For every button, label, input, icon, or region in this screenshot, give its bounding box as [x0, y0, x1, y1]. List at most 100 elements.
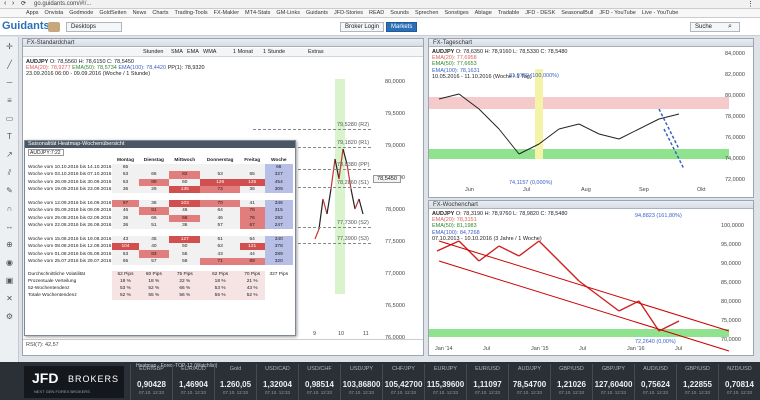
ticker-item[interactable]: GBP/USD 1,22855 07.10. 12:33	[676, 364, 718, 400]
bookmark-item[interactable]: FX-Makler	[214, 10, 239, 16]
table-cell: 51	[138, 221, 170, 229]
markets-label: Markets	[391, 24, 413, 30]
bookmark-item[interactable]: Onvista	[45, 10, 64, 16]
channel-icon[interactable]: ⫽	[4, 167, 15, 178]
table-row: Woche vom 12.09.2016 bis 16.09.2016 97 36 1…	[27, 200, 293, 208]
pencil-icon[interactable]: ✎	[4, 185, 15, 196]
ticker-item[interactable]: EUR/GBP 0,90428 07.10. 12:33	[130, 364, 172, 400]
ticker-name: Gold	[229, 366, 242, 372]
jfd-logo[interactable]: JFD BROKERS NEXT GEN FOREX BROKERS	[24, 366, 124, 398]
rectangle-icon[interactable]: ▭	[4, 113, 15, 124]
eye-icon[interactable]: ◉	[4, 257, 15, 268]
bookmark-item[interactable]: Tradable	[498, 10, 520, 16]
bookmark-item[interactable]: Godmode	[69, 10, 93, 16]
lock-icon[interactable]: ▣	[4, 275, 15, 286]
x-tick: 9	[313, 331, 317, 337]
bookmark-item[interactable]: Sonstiges	[444, 10, 468, 16]
bookmark-item[interactable]: Guidants	[306, 10, 328, 16]
trash-icon[interactable]: ✕	[4, 293, 15, 304]
trendline-icon[interactable]: ╱	[4, 59, 15, 70]
table-cell: 63	[112, 250, 139, 258]
search-icon[interactable]: ⌕	[728, 23, 732, 31]
crosshair-icon[interactable]: ✛	[4, 41, 15, 52]
horizontal-line-icon[interactable]: ─	[4, 77, 15, 88]
bookmark-item[interactable]: Sounds	[390, 10, 409, 16]
ticker-item[interactable]: AUD/USD 0,75624 07.10. 12:33	[634, 364, 676, 400]
bookmark-item[interactable]: Charts	[152, 10, 168, 16]
menu-icon[interactable]: ⋮	[747, 0, 754, 8]
table-cell: 82	[169, 171, 201, 179]
table-row: Woche vom 22.08.2016 bis 26.08.2016 36 51 3…	[27, 221, 293, 229]
table-cell: 46	[112, 207, 139, 215]
markets-button[interactable]: Markets	[386, 22, 418, 32]
symbol-select[interactable]: AUDJPY:7:22	[28, 149, 64, 156]
pivot-line	[253, 129, 371, 130]
stats-cell: 327 Pips	[264, 270, 293, 278]
search-input[interactable]: Suche	[690, 22, 740, 32]
reload-icon[interactable]: ⟳	[21, 0, 26, 7]
zoom-icon[interactable]: ⊕	[4, 239, 15, 250]
bookmark-item[interactable]: SeasonalBull	[561, 10, 593, 16]
ticker-item[interactable]: GBP/JPY 127,60400 07.10. 12:33	[592, 364, 634, 400]
table-cell: 36	[169, 221, 201, 229]
avatar[interactable]	[48, 22, 60, 32]
bookmark-item[interactable]: READ	[369, 10, 384, 16]
forward-icon[interactable]: ›	[12, 0, 14, 7]
settings-icon[interactable]: ⚙	[4, 311, 15, 322]
broker-login-button[interactable]: Broker Login	[340, 22, 385, 32]
bookmark-item[interactable]: Live - YouTube	[642, 10, 679, 16]
chart2-canvas	[438, 93, 685, 170]
bookmark-item[interactable]: JFD-Stories	[334, 10, 363, 16]
ticker-item[interactable]: GBP/USD 1,21026 07.10. 12:33	[550, 364, 592, 400]
table-row: Woche vom 25.07.2016 bis 29.07.2016 65 57 5…	[27, 257, 293, 265]
text-icon[interactable]: T	[4, 131, 15, 142]
fibonacci-icon[interactable]: ≡	[4, 95, 15, 106]
row-label	[27, 193, 112, 200]
ticker-item[interactable]: USD/CHF 0,98514 07.10. 12:33	[298, 364, 340, 400]
ticker-item[interactable]: EUR/JPY 115,39600 07.10. 12:33	[424, 364, 466, 400]
ticker-item[interactable]: Gold 1.260,05 07.10. 12:33	[214, 364, 256, 400]
row-label: Woche vom 15.08.2016 bis 19.08.2016	[28, 237, 112, 243]
table-cell: 66	[138, 171, 170, 179]
bookmark-item[interactable]: Apps	[26, 10, 39, 16]
bookmark-item[interactable]: JFD - DESK	[525, 10, 555, 16]
ticker-item[interactable]: AUD/JPY 78,54700 07.10. 12:33	[508, 364, 550, 400]
table-cell: 126	[200, 178, 240, 186]
guidants-logo[interactable]: Guidants	[2, 20, 50, 32]
url-text[interactable]: go.guidants.com/#!/...	[34, 1, 91, 7]
table-header: Mittwoch	[174, 158, 196, 164]
price-segment	[350, 188, 356, 210]
table-cell: 55	[169, 250, 201, 258]
browser-url-bar[interactable]: ‹ › ⟳ go.guidants.com/#!/... ⋮	[0, 0, 760, 9]
bookmark-item[interactable]: Trading-Tools	[175, 10, 208, 16]
ticker-item[interactable]: NZD/USD 0,70814 07.10. 12:33	[718, 364, 760, 400]
measure-icon[interactable]: ↔	[4, 221, 15, 232]
back-icon[interactable]: ‹	[4, 0, 6, 7]
table-cell	[139, 193, 170, 200]
ticker-name: GBP/USD	[559, 366, 584, 372]
magnet-icon[interactable]: ∩	[4, 203, 15, 214]
bookmark-item[interactable]: Ablage	[475, 10, 492, 16]
stats-row: 52-Wochentendenz 53 % 52 % 66 % 53 % 43 %	[27, 285, 293, 293]
bookmark-item[interactable]: Sprechen	[415, 10, 439, 16]
desktops-button[interactable]: Desktops	[66, 22, 122, 32]
ticker-item[interactable]: EUR/USD 1,11097 07.10. 12:33	[466, 364, 508, 400]
ticker-time: 07.10. 12:33	[726, 390, 753, 395]
arrow-icon[interactable]: ↗	[4, 149, 15, 160]
ticker-value: 1,21026	[557, 380, 586, 389]
bookmark-item[interactable]: GM-Links	[276, 10, 300, 16]
ticker-item[interactable]: EUR/AUD 1,46904 07.10. 12:33	[172, 364, 214, 400]
table-cell: 125	[239, 178, 265, 186]
ticker-item[interactable]: CHF/JPY 105,42700 07.10. 12:33	[382, 364, 424, 400]
price-segment	[598, 295, 620, 312]
jfd-brand: BROKERS	[68, 374, 120, 384]
ticker-item[interactable]: USD/JPY 103,86800 07.10. 12:33	[340, 364, 382, 400]
ticker-item[interactable]: USD/CAD 1,32004 07.10. 12:33	[256, 364, 298, 400]
search-placeholder: Suche	[695, 24, 713, 30]
drawing-toolbar: ✛ ╱ ─ ≡ ▭ T ↗ ⫽ ✎ ∩ ↔ ⊕ ◉ ▣ ✕ ⚙	[0, 37, 19, 365]
bookmark-item[interactable]: JFD - YouTube	[599, 10, 635, 16]
bookmark-item[interactable]: GoldSeiten	[99, 10, 126, 16]
bookmark-item[interactable]: MT4-Stats	[245, 10, 270, 16]
stats-cell: 55 %	[200, 292, 240, 300]
bookmark-item[interactable]: News	[133, 10, 147, 16]
